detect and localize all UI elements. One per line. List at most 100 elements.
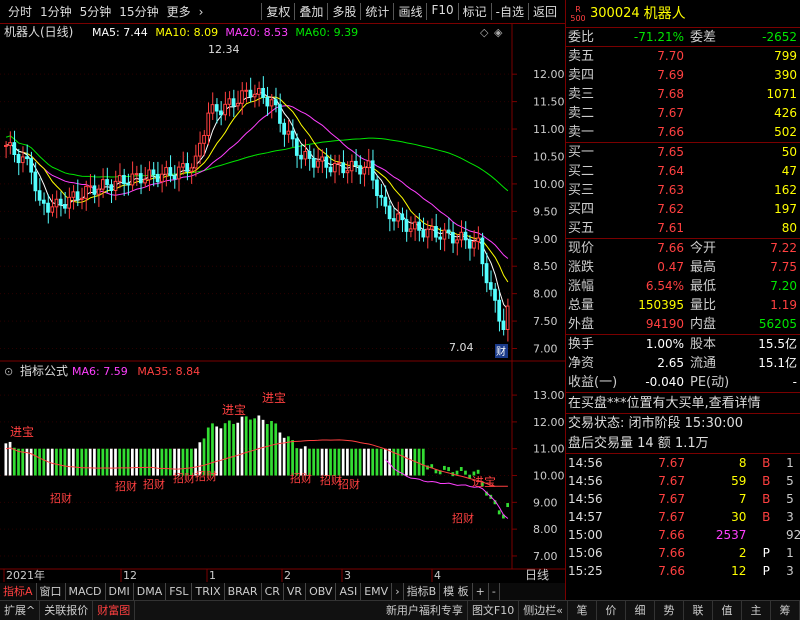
asks-row[interactable]: 卖一 7.66 502 xyxy=(566,123,800,142)
candle-body xyxy=(345,170,350,174)
wealth-chart-button[interactable]: 财富图 xyxy=(93,601,136,620)
tab-asi[interactable]: ASI xyxy=(336,583,362,600)
ind-bar xyxy=(400,448,404,476)
candle-body xyxy=(476,237,480,243)
tick-list[interactable]: 14:56 7.67 8 B 1 14:56 7.67 59 B 5 14:56 7.67 7 B 5 14:… xyxy=(566,454,800,580)
signal-down-label: 招财 xyxy=(50,491,72,505)
ind-bar xyxy=(257,415,261,476)
asks-row[interactable]: 卖二 7.67 426 xyxy=(566,104,800,123)
webi-label: 委比 xyxy=(568,30,595,45)
tab-1min[interactable]: 1分钟 xyxy=(36,3,76,20)
tab-15min[interactable]: 15分钟 xyxy=(115,3,162,20)
indicator-title[interactable]: 指标公式 xyxy=(20,363,68,378)
tab-price[interactable]: 价 xyxy=(597,601,626,620)
asks-volume: 1071 xyxy=(766,87,797,101)
finance-badge[interactable]: 财 xyxy=(496,345,506,358)
tab-fsl[interactable]: FSL xyxy=(166,583,193,600)
asks-row[interactable]: 卖三 7.68 1071 xyxy=(566,85,800,104)
tick-count: 3 xyxy=(786,510,794,524)
tab-indicator-b[interactable]: 指标B xyxy=(404,583,441,600)
candle-body xyxy=(33,171,38,192)
candle-body xyxy=(311,157,316,168)
tab-emv[interactable]: EMV xyxy=(361,583,393,600)
bids-row[interactable]: 买三 7.63 162 xyxy=(566,181,800,200)
fuquan-button[interactable]: 复权 xyxy=(261,3,294,20)
bids-row[interactable]: 买五 7.61 80 xyxy=(566,219,800,238)
asks-price: 7.69 xyxy=(657,68,684,82)
tab-vr[interactable]: VR xyxy=(284,583,307,600)
tab-ticks[interactable]: 笔 xyxy=(568,601,597,620)
candle-body xyxy=(122,175,126,185)
tab-trix[interactable]: TRIX xyxy=(192,583,225,600)
overlay-button[interactable]: 叠加 xyxy=(294,3,327,20)
zoom-out-button[interactable]: - xyxy=(489,583,500,600)
big-order-notice[interactable]: 在买盘***位置有大买单,查看详情 xyxy=(568,393,761,413)
settings-diamond-icon[interactable]: ◇ xyxy=(480,26,489,39)
ind-bar xyxy=(371,448,375,476)
tab-value[interactable]: 值 xyxy=(713,601,742,620)
tab-trend[interactable]: 势 xyxy=(655,601,684,620)
zoom-in-button[interactable]: + xyxy=(473,583,489,600)
f10-button[interactable]: F10 xyxy=(426,3,457,20)
tab-link[interactable]: 联 xyxy=(684,601,713,620)
candle-body xyxy=(370,160,375,181)
tab-indicator-a[interactable]: 指标A xyxy=(0,583,37,600)
candle-body xyxy=(349,160,354,172)
ind-tick: 7.00 xyxy=(533,550,558,563)
tab-macd[interactable]: MACD xyxy=(66,583,106,600)
tab-more[interactable]: 更多 xyxy=(163,3,195,20)
ind-bar xyxy=(354,448,358,476)
tick-count: 5 xyxy=(786,492,794,506)
multi-stock-button[interactable]: 多股 xyxy=(327,3,360,20)
sidebar-toggle-button[interactable]: 侧边栏« xyxy=(519,601,568,620)
price-tick: 10.00 xyxy=(533,178,565,191)
candle-body xyxy=(8,142,12,147)
candle-body xyxy=(214,104,219,112)
ind-bar xyxy=(206,427,210,476)
tab-5min[interactable]: 5分钟 xyxy=(76,3,116,20)
ind-bar xyxy=(50,448,54,476)
tab-cr[interactable]: CR xyxy=(262,583,284,600)
ind-dot xyxy=(464,470,467,475)
bids-row[interactable]: 买四 7.62 197 xyxy=(566,200,800,219)
tab-obv[interactable]: OBV xyxy=(306,583,337,600)
tab-template[interactable]: 模 板 xyxy=(440,583,473,600)
tab-window[interactable]: 窗口 xyxy=(37,583,66,600)
expand-button[interactable]: 扩展^ xyxy=(0,601,41,620)
mark-button[interactable]: 标记 xyxy=(457,3,491,20)
tab-dmi[interactable]: DMI xyxy=(106,583,134,600)
asks-row[interactable]: 卖五 7.70 799 xyxy=(566,47,800,66)
ind-dot xyxy=(497,510,501,515)
bids-row[interactable]: 买一 7.65 50 xyxy=(566,143,800,162)
remove-watchlist-button[interactable]: -自选 xyxy=(490,3,528,20)
asks-row[interactable]: 卖四 7.69 390 xyxy=(566,66,800,85)
new-user-benefit-link[interactable]: 新用户福利专享 xyxy=(382,601,468,620)
tick-price: 7.66 xyxy=(658,564,685,578)
fund-value: 15.5亿 xyxy=(758,337,797,351)
fund-label: 流通 xyxy=(690,356,717,371)
back-button[interactable]: 返回 xyxy=(527,3,561,20)
fundamental-stats: 换手 1.00% 股本 15.5亿 净资 2.65 流通 15.1亿 收益(一) -0.040 PE… xyxy=(566,335,800,393)
indicator-collapse-icon[interactable]: ⊙ xyxy=(4,365,13,378)
ind-tick: 13.00 xyxy=(533,389,565,402)
restore-icon[interactable]: ◈ xyxy=(494,26,503,39)
tick-price: 7.66 xyxy=(658,528,685,542)
signal-up-label: 进宝 xyxy=(10,425,34,439)
tick-flag xyxy=(746,526,786,544)
draw-line-button[interactable]: 画线 xyxy=(393,3,426,20)
tab-main[interactable]: 主 xyxy=(742,601,771,620)
tab-chips[interactable]: 筹 xyxy=(771,601,800,620)
tab-fenshi[interactable]: 分时 xyxy=(4,3,36,20)
stats-button[interactable]: 统计 xyxy=(360,3,393,20)
f10-graphic-button[interactable]: 图文F10 xyxy=(468,601,520,620)
bids-row[interactable]: 买二 7.64 47 xyxy=(566,162,800,181)
more-arrow-icon[interactable]: › xyxy=(195,5,208,19)
tab-scroll-icon[interactable]: › xyxy=(392,583,404,600)
kline-chart-area[interactable]: 进宝 进宝 进宝 进宝 招财 招财 招财 招财 招财 招财 招财 招财 招财 12.00 11.50 11.… xyxy=(0,24,565,582)
tab-dma[interactable]: DMA xyxy=(134,583,167,600)
candle-body xyxy=(290,130,295,140)
price-tick: 11.00 xyxy=(533,123,565,136)
tab-detail[interactable]: 细 xyxy=(626,601,655,620)
related-quote-button[interactable]: 关联报价 xyxy=(40,601,94,620)
tab-brar[interactable]: BRAR xyxy=(225,583,262,600)
